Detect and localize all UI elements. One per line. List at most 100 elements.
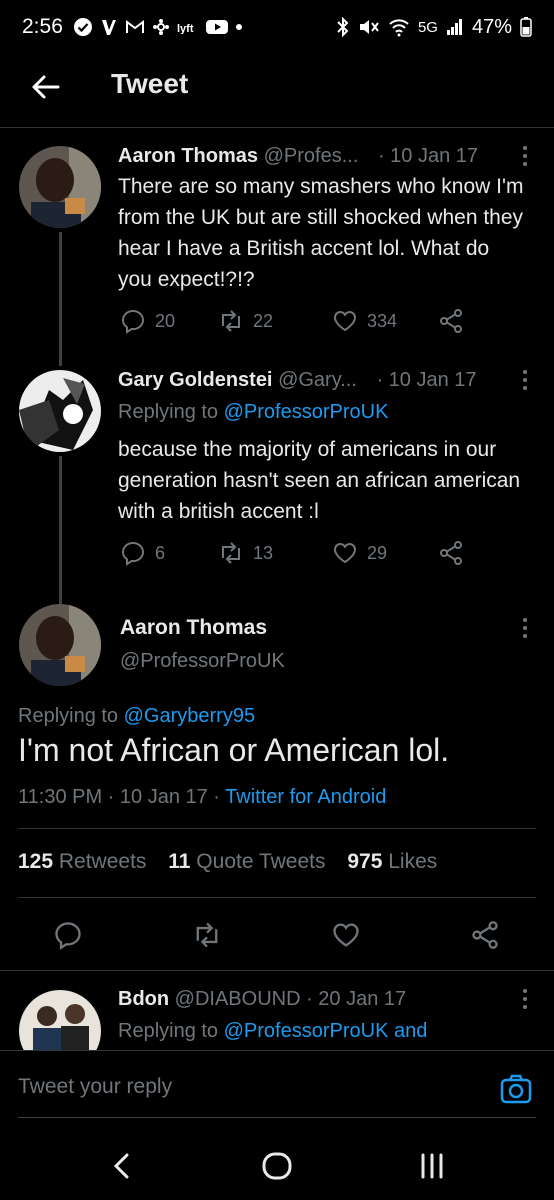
replying-to-label: Replying to — [118, 1020, 224, 1042]
handle[interactable]: @Gary... — [278, 369, 357, 391]
divider — [18, 828, 536, 829]
like-count: 334 — [367, 310, 398, 331]
tweet-source-link[interactable]: Twitter for Android — [225, 786, 386, 808]
avatar[interactable] — [19, 146, 101, 228]
handle[interactable]: @ProfessorProUK — [120, 650, 285, 673]
share-button[interactable] — [438, 308, 464, 334]
more-options-icon[interactable] — [522, 987, 528, 1011]
more-options-icon[interactable] — [522, 144, 528, 168]
retweet-icon[interactable] — [192, 920, 222, 950]
thread-connector — [59, 232, 62, 366]
quotes-label: Quote Tweets — [190, 850, 326, 873]
network-type: 5G — [417, 18, 438, 36]
battery-icon — [520, 17, 532, 37]
divider — [18, 897, 536, 898]
share-icon — [440, 309, 462, 333]
reply-count: 6 — [155, 542, 166, 563]
retweets-count: 125 — [18, 850, 54, 873]
display-name[interactable]: Gary Goldenstei — [118, 369, 273, 391]
tweet-actions: 20 22 334 — [120, 308, 464, 334]
heart-icon — [333, 310, 357, 332]
tweet-meta: 11:30 PM · 10 Jan 17 · Twitter for Andro… — [18, 786, 386, 809]
check-circle-icon — [73, 18, 92, 36]
replying-to-label: Replying to — [18, 705, 124, 727]
like-count: 29 — [367, 542, 388, 563]
tweet-date: · 10 Jan 17 — [377, 145, 479, 167]
replying-to-link[interactable]: @Garyberry95 — [124, 705, 255, 727]
reply-composer[interactable]: Tweet your reply — [0, 1050, 554, 1118]
venmo-icon — [101, 20, 116, 35]
reply-count: 20 — [155, 310, 176, 331]
tweet-date: · 20 Jan 17 — [306, 988, 407, 1010]
engagement-stats: 125 Retweets 11 Quote Tweets 975 Likes — [18, 850, 437, 874]
status-bar: 2:56 lyft 5G 47% — [0, 0, 554, 54]
heart-icon[interactable] — [331, 920, 361, 950]
more-options-icon[interactable] — [522, 616, 528, 640]
bluetooth-icon — [337, 17, 349, 37]
mute-icon — [359, 20, 379, 34]
back-nav-icon[interactable] — [112, 1152, 130, 1180]
tweet-actions: 6 13 29 — [120, 540, 464, 566]
youtube-icon — [205, 20, 228, 34]
tweet-text: I'm not African or American lol. — [18, 732, 450, 768]
page-title: Tweet — [111, 68, 189, 99]
share-icon — [440, 541, 462, 565]
wifi-icon — [389, 19, 409, 37]
reply-button[interactable]: 6 — [120, 540, 218, 566]
gmail-icon — [125, 20, 144, 33]
tweet-header: Bdon @DIABOUND · 20 Jan 17 — [118, 988, 406, 1011]
retweets-stat[interactable]: 125 Retweets — [18, 850, 146, 873]
reply-icon — [121, 309, 145, 334]
display-name[interactable]: Bdon — [118, 988, 169, 1010]
likes-label: Likes — [382, 850, 438, 873]
system-navigation-bar — [0, 1118, 554, 1200]
reply-icon[interactable] — [53, 920, 83, 950]
back-arrow-icon[interactable] — [28, 70, 62, 104]
replying-to-link[interactable]: @ProfessorProUK and — [224, 1020, 428, 1042]
handle[interactable]: @Profes... — [264, 145, 359, 167]
more-options-icon[interactable] — [522, 368, 528, 392]
share-button[interactable] — [438, 540, 464, 566]
tweet-timestamp: 11:30 PM · 10 Jan 17 · — [18, 786, 226, 808]
status-time: 2:56 — [22, 15, 63, 38]
retweet-count: 13 — [253, 542, 274, 563]
battery-percent: 47% — [471, 15, 512, 38]
tweet-date: · 10 Jan 17 — [376, 369, 477, 391]
like-button[interactable]: 29 — [332, 540, 438, 566]
retweet-count: 22 — [253, 310, 274, 331]
pinwheel-icon — [152, 19, 169, 35]
reply-icon — [121, 541, 145, 566]
display-name[interactable]: Aaron Thomas — [120, 616, 267, 640]
share-icon[interactable] — [470, 920, 500, 950]
retweet-icon — [222, 310, 240, 332]
retweet-button[interactable]: 13 — [218, 540, 332, 566]
heart-icon — [333, 542, 357, 564]
thread-connector — [59, 456, 62, 604]
replying-to-link[interactable]: @ProfessorProUK — [224, 401, 389, 423]
notification-icons: lyft — [73, 17, 243, 37]
tweet-header: Gary Goldenstei @Gary... · 10 Jan 17 — [118, 369, 477, 392]
lyft-icon: lyft — [177, 23, 194, 34]
reply-input[interactable]: Tweet your reply — [18, 1075, 172, 1099]
svg-text:lyft: lyft — [177, 23, 194, 34]
recents-nav-icon[interactable] — [418, 1152, 446, 1180]
reply-button[interactable]: 20 — [120, 308, 218, 334]
dot-icon — [235, 24, 242, 30]
quotes-stat[interactable]: 11 Quote Tweets — [168, 850, 325, 873]
retweet-icon — [222, 542, 240, 564]
retweet-button[interactable]: 22 — [218, 308, 332, 334]
quotes-count: 11 — [168, 850, 191, 873]
likes-stat[interactable]: 975 Likes — [347, 850, 437, 873]
avatar[interactable] — [19, 604, 101, 686]
tweet-header: Aaron Thomas @Profes... · 10 Jan 17 — [118, 145, 478, 168]
camera-icon[interactable] — [500, 1073, 532, 1105]
top-app-bar: Tweet — [0, 54, 554, 128]
replying-to: Replying to @Garyberry95 — [18, 705, 255, 728]
handle[interactable]: @DIABOUND — [175, 988, 301, 1010]
home-nav-icon[interactable] — [262, 1152, 292, 1180]
like-button[interactable]: 334 — [332, 308, 438, 334]
signal-icon — [446, 19, 462, 35]
avatar[interactable] — [19, 370, 101, 452]
tweet-text: because the majority of americans in our… — [118, 438, 521, 523]
display-name[interactable]: Aaron Thomas — [118, 145, 258, 167]
